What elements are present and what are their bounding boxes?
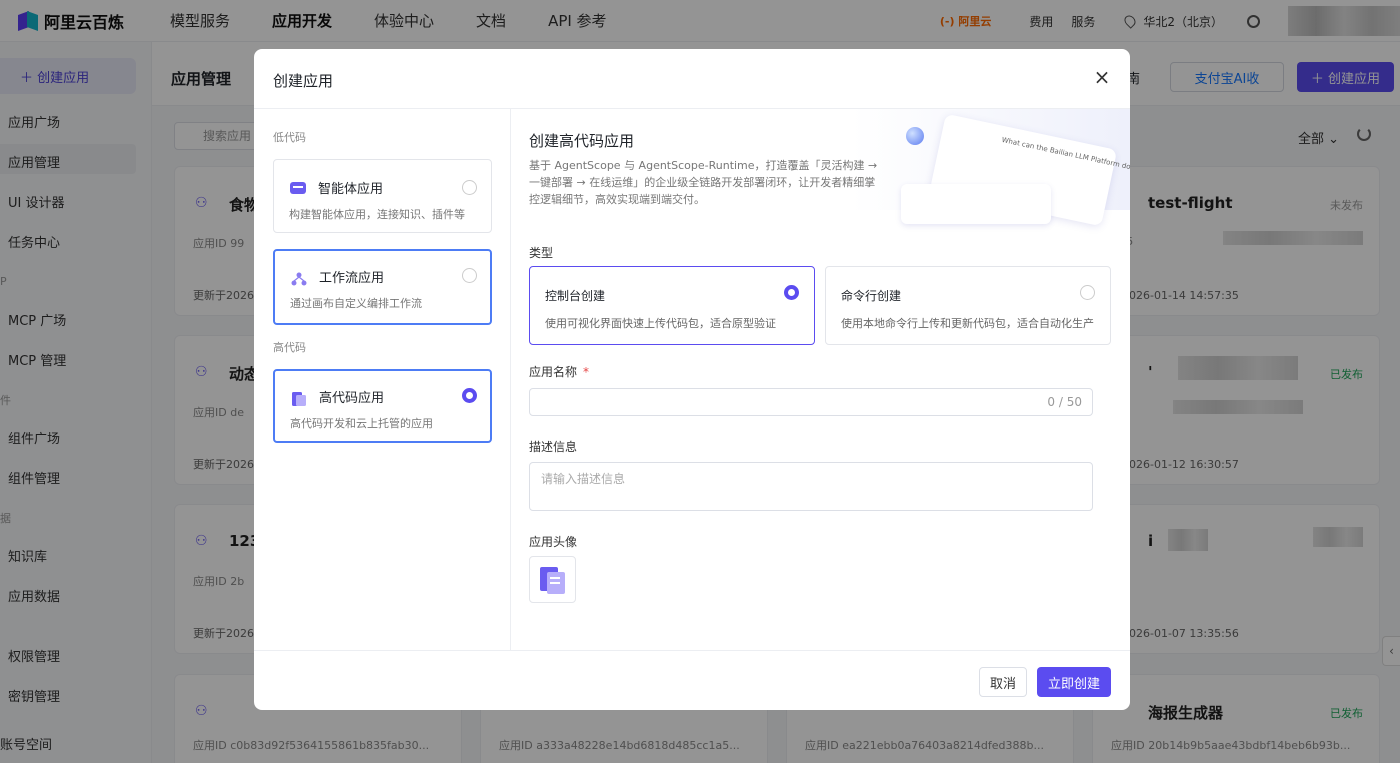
type-title: 控制台创建 <box>545 289 606 303</box>
code-file-icon <box>292 392 306 406</box>
hero-card-text: What can the Bailian LLM Platform do? <box>1000 135 1130 172</box>
name-label: 应用名称 * <box>529 363 589 380</box>
modal-header: 创建应用 × <box>254 49 1130 109</box>
option-radio[interactable] <box>462 180 477 195</box>
hero-desc: 基于 AgentScope 与 AgentScope-Runtime，打造覆盖「… <box>529 159 878 206</box>
option-title: 工作流应用 <box>319 271 385 286</box>
hero-orb-icon <box>906 127 924 145</box>
high-code-form: 创建高代码应用 基于 AgentScope 与 AgentScope-Runti… <box>511 109 1130 650</box>
description-textarea[interactable]: 请输入描述信息 <box>529 462 1093 511</box>
code-file-icon <box>540 567 565 594</box>
option-title: 高代码应用 <box>319 391 385 406</box>
hero-title: 创建高代码应用 <box>529 132 635 150</box>
create-now-button[interactable]: 立即创建 <box>1037 667 1111 697</box>
hero-illustration-card-small <box>901 184 1051 224</box>
option-title: 智能体应用 <box>318 182 384 197</box>
avatar-label: 应用头像 <box>529 535 578 549</box>
type-radio[interactable] <box>1080 285 1095 300</box>
app-type-list: 低代码 智能体应用 构建智能体应用，连接知识、插件等 工作流应用 通过画布自定义… <box>254 109 511 650</box>
workflow-icon <box>291 272 307 286</box>
type-label: 类型 <box>529 246 554 260</box>
type-desc: 使用可视化界面快速上传代码包，适合原型验证 <box>545 317 776 330</box>
high-code-label: 高代码 <box>273 341 306 354</box>
app-avatar-picker[interactable] <box>529 556 576 603</box>
agent-app-icon <box>290 182 306 194</box>
hero-banner: 创建高代码应用 基于 AgentScope 与 AgentScope-Runti… <box>511 109 1130 227</box>
desc-label: 描述信息 <box>529 440 578 454</box>
create-app-modal: 创建应用 × 低代码 智能体应用 构建智能体应用，连接知识、插件等 工作流应用 … <box>254 49 1130 710</box>
close-icon[interactable]: × <box>1092 67 1112 87</box>
option-desc: 构建智能体应用，连接知识、插件等 <box>289 208 465 221</box>
type-console-create[interactable]: 控制台创建 使用可视化界面快速上传代码包，适合原型验证 <box>529 266 815 345</box>
modal-title: 创建应用 <box>273 72 334 90</box>
name-label-text: 应用名称 <box>529 365 578 379</box>
type-cli-create[interactable]: 命令行创建 使用本地命令行上传和更新代码包，适合自动化生产 <box>825 266 1111 345</box>
modal-footer: 取消 立即创建 <box>254 650 1130 710</box>
option-desc: 通过画布自定义编排工作流 <box>290 297 422 310</box>
option-workflow-app[interactable]: 工作流应用 通过画布自定义编排工作流 <box>273 249 492 325</box>
option-agent-app[interactable]: 智能体应用 构建智能体应用，连接知识、插件等 <box>273 159 492 233</box>
required-mark: * <box>583 365 590 379</box>
type-title: 命令行创建 <box>841 289 902 303</box>
option-radio-selected[interactable] <box>462 388 477 403</box>
char-counter: 0 / 50 <box>1047 395 1082 409</box>
low-code-label: 低代码 <box>273 131 306 144</box>
type-desc: 使用本地命令行上传和更新代码包，适合自动化生产 <box>841 317 1094 330</box>
option-desc: 高代码开发和云上托管的应用 <box>290 417 433 430</box>
type-radio-selected[interactable] <box>784 285 799 300</box>
option-high-code-app[interactable]: 高代码应用 高代码开发和云上托管的应用 <box>273 369 492 443</box>
option-radio[interactable] <box>462 268 477 283</box>
app-name-input[interactable]: 0 / 50 <box>529 388 1093 416</box>
cancel-button[interactable]: 取消 <box>979 667 1027 697</box>
